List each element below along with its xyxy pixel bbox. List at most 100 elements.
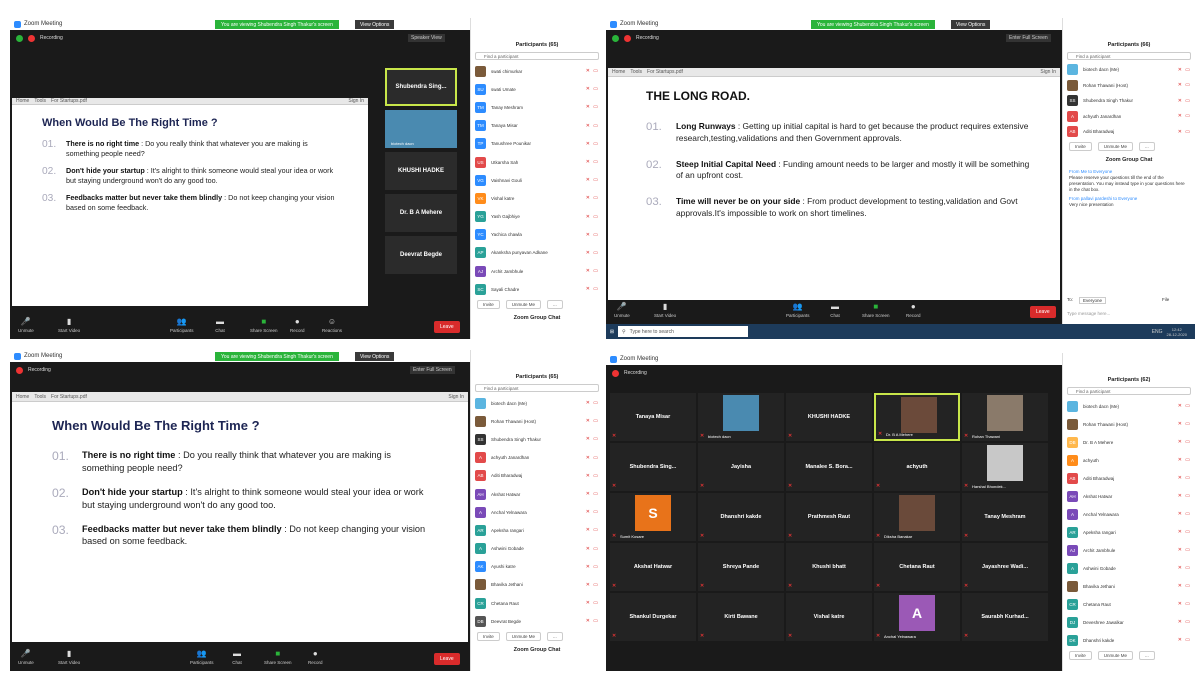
chat-button[interactable]: ▬ Chat	[215, 318, 225, 334]
participant-row[interactable]: VG Vaishnavi Gouli ✕ ▭	[471, 171, 603, 189]
participants-button[interactable]: 👥 Participants	[786, 303, 810, 319]
participant-row[interactable]: biotech dacn (Me) ✕ ▭	[1063, 397, 1195, 415]
gallery-tile[interactable]: Manalee S. Bora... ✕	[786, 443, 872, 491]
chat-input[interactable]: Type message here...	[1067, 311, 1110, 316]
gallery-tile[interactable]: Vishal katre ✕	[786, 593, 872, 641]
video-thumbnail[interactable]: Dr. B A Mehere	[385, 194, 457, 232]
unmute-me-button[interactable]: Unmute Me	[1097, 651, 1134, 660]
participant-row[interactable]: US Utkarsha Sah ✕ ▭	[471, 153, 603, 171]
gallery-tile[interactable]: KHUSHI HADKE ✕	[786, 393, 872, 441]
gallery-tile[interactable]: Khushi bhatt ✕	[786, 543, 872, 591]
participant-search[interactable]: Find a participant	[475, 384, 599, 392]
unmute-button[interactable]: 🎤 Unmute	[18, 650, 34, 666]
video-thumbnail[interactable]: Shubendra Sing...	[385, 68, 457, 106]
participant-row[interactable]: SU swati Umate ✕ ▭	[471, 80, 603, 98]
start-video-button[interactable]: ▮ Start Video	[58, 318, 80, 334]
participant-row[interactable]: AP Akanksha punyavan Adkane ✕ ▭	[471, 244, 603, 262]
participant-search[interactable]: Find a participant	[1067, 52, 1191, 60]
file-tab[interactable]: For Startups.pdf	[51, 394, 87, 400]
participant-row[interactable]: A Ashwini Gobade ✕ ▭	[1063, 559, 1195, 577]
gallery-tile[interactable]: Tanaya Misar ✕	[610, 393, 696, 441]
participant-row[interactable]: biotech dacn (Me) ✕ ▭	[1063, 62, 1195, 78]
file-tab[interactable]: For Startups.pdf	[51, 98, 87, 104]
gallery-tile[interactable]: Jayisha ✕	[698, 443, 784, 491]
more-button[interactable]: ...	[1139, 141, 1155, 151]
start-video-button[interactable]: ▮ Start Video	[58, 650, 80, 666]
gallery-tile[interactable]: Prathmesh Raut ✕	[786, 493, 872, 541]
participant-row[interactable]: SC Sayali Chadre ✕ ▭	[471, 280, 603, 298]
windows-start-icon[interactable]: ⊞	[606, 329, 618, 335]
participant-row[interactable]: TM Tanay Meshram ✕ ▭	[471, 98, 603, 116]
file-button[interactable]: File	[1162, 297, 1169, 304]
menu-home[interactable]: Home	[612, 69, 625, 75]
video-thumbnail[interactable]: biotech dacn	[385, 110, 457, 148]
invite-button[interactable]: Invite	[477, 632, 500, 642]
participant-row[interactable]: DJ Deveshree Jawalkar ✕ ▭	[1063, 613, 1195, 631]
record-button[interactable]: ● Record	[308, 650, 323, 666]
gallery-tile[interactable]: Shankul Durgekar ✕	[610, 593, 696, 641]
gallery-tile[interactable]: Shreya Pande ✕	[698, 543, 784, 591]
gallery-tile[interactable]: S Sumit Kosare ✕	[610, 493, 696, 541]
leave-button[interactable]: Leave	[1030, 306, 1056, 318]
reactions-button[interactable]: ☺ Reactions	[322, 318, 342, 334]
video-thumbnail[interactable]: KHUSHI HADKE	[385, 152, 457, 190]
participants-button[interactable]: 👥 Participants	[190, 650, 214, 666]
more-button[interactable]: ...	[1139, 651, 1155, 660]
invite-button[interactable]: Invite	[477, 300, 500, 310]
participant-row[interactable]: Aachyuth ✕ ▭	[1063, 451, 1195, 469]
gallery-tile[interactable]: Saurabh Kurhad... ✕	[962, 593, 1048, 641]
sign-in-link[interactable]: Sign In	[1040, 69, 1056, 75]
participant-row[interactable]: DK Dhanshri kakde ✕ ▭	[1063, 631, 1195, 649]
participant-row[interactable]: TP Tanushree Pounikar ✕ ▭	[471, 135, 603, 153]
participant-row[interactable]: Rohan Thawani (Host) ✕ ▭	[471, 412, 603, 430]
menu-home[interactable]: Home	[16, 98, 29, 104]
chat-button[interactable]: ▬ Chat	[830, 303, 840, 319]
share-screen-button[interactable]: ■ Share Screen	[264, 650, 292, 666]
view-options-button[interactable]: View Options	[355, 352, 395, 361]
gallery-tile[interactable]: Tanay Meshram ✕	[962, 493, 1048, 541]
menu-tools[interactable]: Tools	[630, 69, 642, 75]
participant-row[interactable]: AR Apeksha rangari ✕ ▭	[471, 521, 603, 539]
taskbar-search[interactable]: ⚲ Type here to search	[618, 326, 748, 337]
participant-row[interactable]: Aachyuth Janardhan ✕ ▭	[471, 449, 603, 467]
invite-button[interactable]: Invite	[1069, 651, 1092, 660]
unmute-me-button[interactable]: Unmute Me	[505, 632, 542, 642]
menu-home[interactable]: Home	[16, 394, 29, 400]
record-button[interactable]: ● Record	[290, 318, 305, 334]
leave-button[interactable]: Leave	[434, 321, 460, 333]
leave-button[interactable]: Leave	[434, 653, 460, 665]
participant-row[interactable]: SS Shubendra Singh Thakur ✕ ▭	[471, 430, 603, 448]
share-screen-button[interactable]: ■ Share Screen	[862, 303, 890, 319]
participant-row[interactable]: A Anchal Yelnawara ✕ ▭	[471, 503, 603, 521]
sign-in-link[interactable]: Sign In	[448, 394, 464, 400]
participant-row[interactable]: CR Chetana Raut ✕ ▭	[471, 594, 603, 612]
gallery-tile[interactable]: Shubendra Sing... ✕	[610, 443, 696, 491]
participant-search[interactable]: Find a participant	[475, 52, 599, 60]
menu-tools[interactable]: Tools	[34, 394, 46, 400]
fullscreen-button[interactable]: Enter Full Screen	[1006, 34, 1051, 42]
unmute-me-button[interactable]: Unmute Me	[505, 300, 542, 310]
participant-row[interactable]: A Ashwini Gobade ✕ ▭	[471, 540, 603, 558]
gallery-tile[interactable]: Rohan Thawani ✕	[962, 393, 1048, 441]
participant-row[interactable]: AH Akshat Hatwar ✕ ▭	[1063, 487, 1195, 505]
gallery-tile[interactable]: Diksha Banakar ✕	[874, 493, 960, 541]
view-options-button[interactable]: View Options	[355, 20, 395, 29]
participant-row[interactable]: Bhavika Jethani ✕ ▭	[1063, 577, 1195, 595]
share-screen-button[interactable]: ■ Share Screen	[250, 318, 278, 334]
record-button[interactable]: ● Record	[906, 303, 921, 319]
participant-row[interactable]: AB Aditi Bharadwaj ✕ ▭	[1063, 124, 1195, 140]
participant-row[interactable]: SS Shubendra Singh Thakur ✕ ▭	[1063, 93, 1195, 109]
participant-row[interactable]: DB Deevrat Begde ✕ ▭	[471, 612, 603, 630]
participant-row[interactable]: AJ Archit Jambhule ✕ ▭	[1063, 541, 1195, 559]
gallery-tile[interactable]: Kirti Bawane ✕	[698, 593, 784, 641]
more-button[interactable]: ...	[547, 632, 563, 642]
participant-row[interactable]: DB Dr. B A Mehere ✕ ▭	[1063, 433, 1195, 451]
video-thumbnail[interactable]: Deevrat Begde	[385, 236, 457, 274]
participant-search[interactable]: Find a participant	[1067, 387, 1191, 395]
unmute-me-button[interactable]: Unmute Me	[1097, 141, 1134, 151]
participant-row[interactable]: AJ Archit Jambhule ✕ ▭	[471, 262, 603, 280]
participant-row[interactable]: YG Yash Gajbhiye ✕ ▭	[471, 208, 603, 226]
gallery-tile[interactable]: Jayashree Wadi... ✕	[962, 543, 1048, 591]
chat-button[interactable]: ▬ Chat	[232, 650, 242, 666]
participant-row[interactable]: VK Vishal katre ✕ ▭	[471, 189, 603, 207]
